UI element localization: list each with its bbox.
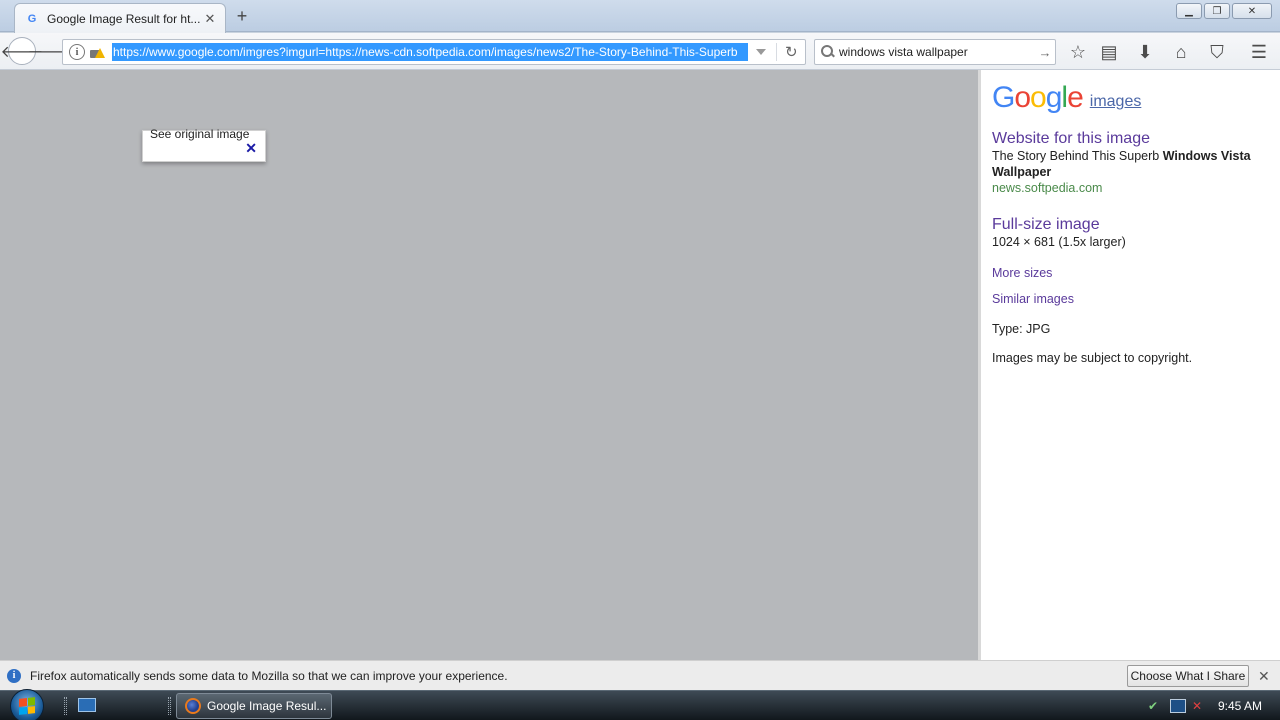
see-original-link[interactable]: See original image (150, 127, 258, 141)
search-icon (821, 45, 835, 59)
image-type: Type: JPG (992, 322, 1051, 336)
network-icon[interactable] (1170, 699, 1186, 713)
notification-close-icon[interactable]: ✕ (1258, 668, 1270, 685)
bookmarks-menu-icon[interactable]: ▤ (1097, 40, 1121, 64)
home-icon[interactable]: ⌂ (1169, 40, 1193, 64)
windows-logo-icon (19, 697, 35, 715)
google-logo-letter: o (1030, 81, 1047, 114)
notification-text: Firefox automatically sends some data to… (30, 668, 508, 683)
pocket-icon[interactable]: ⛉ (1205, 40, 1229, 64)
notification-bar: i Firefox automatically sends some data … (0, 660, 1280, 690)
system-tray: ✔ ✕ 9:45 AM (1148, 691, 1280, 720)
more-sizes-link[interactable]: More sizes (992, 266, 1272, 280)
taskbar-grip (64, 697, 67, 715)
url-separator (776, 43, 777, 61)
image-dimensions: 1024 × 681 (1.5x larger) (992, 235, 1126, 249)
firefox-icon (185, 698, 201, 714)
tab-title: Google Image Result for ht... (47, 11, 201, 26)
downloads-icon[interactable]: ⬇ (1133, 40, 1157, 64)
browser-tab[interactable]: G Google Image Result for ht... ✕ (14, 3, 226, 33)
taskbar-firefox-item[interactable]: Google Image Resul... (176, 693, 332, 719)
taskbar-grip (168, 697, 171, 715)
site-info-icon[interactable]: i (69, 44, 85, 60)
minimize-button[interactable]: ▁ (1176, 3, 1202, 19)
taskbar-item-label: Google Image Resul... (207, 699, 327, 713)
new-tab-button[interactable]: + (232, 6, 252, 26)
navigation-toolbar: 🡐 🡒 i https://www.google.com/imgres?imgu… (0, 33, 1280, 70)
google-images-logo: Google images (992, 82, 1272, 114)
search-bar[interactable]: windows vista wallpaper → (814, 39, 1056, 65)
show-desktop-icon[interactable] (78, 698, 96, 712)
volume-muted-icon[interactable]: ✕ (1192, 699, 1208, 713)
menu-hamburger-icon[interactable]: ☰ (1247, 40, 1271, 64)
google-logo-letter: o (1014, 81, 1031, 114)
window-controls: ▁ ❐ ✕ (1176, 3, 1272, 19)
image-preview-area[interactable]: See original image ✕ (0, 70, 978, 660)
google-logo[interactable]: Google (992, 81, 1084, 114)
tab-close-icon[interactable]: ✕ (203, 11, 217, 26)
url-input[interactable]: https://www.google.com/imgres?imgurl=htt… (112, 43, 748, 61)
insecure-lock-icon[interactable] (88, 44, 105, 60)
google-logo-letter: G (992, 81, 1015, 114)
tab-strip: G Google Image Result for ht... ✕ + ▁ ❐ … (0, 0, 1280, 33)
panel-divider (978, 70, 981, 660)
update-tray-icon[interactable]: ✔ (1148, 699, 1164, 713)
taskbar: Google Image Resul... ✔ ✕ 9:45 AM (0, 689, 1280, 720)
url-history-dropdown-icon[interactable] (756, 49, 766, 55)
clock[interactable]: 9:45 AM (1218, 699, 1262, 713)
start-button[interactable] (10, 689, 44, 720)
search-go-icon[interactable]: → (1035, 45, 1055, 60)
info-icon: i (7, 668, 21, 683)
copyright-notice: Images may be subject to copyright. (992, 351, 1193, 365)
url-bar[interactable]: i https://www.google.com/imgres?imgurl=h… (62, 39, 806, 65)
image-info-panel: Google images Website for this image The… (992, 82, 1272, 366)
google-logo-letter: e (1067, 81, 1084, 114)
website-heading-link[interactable]: Website for this image (992, 130, 1272, 148)
bookmark-star-icon[interactable]: ☆ (1066, 40, 1090, 64)
page-content: See original image ✕ Google images Websi… (0, 70, 1280, 660)
close-window-button[interactable]: ✕ (1232, 3, 1272, 19)
reload-icon[interactable]: ↻ (785, 43, 798, 61)
see-original-popup: See original image ✕ (142, 127, 266, 162)
choose-what-i-share-button[interactable]: Choose What I Share (1127, 665, 1249, 687)
close-popup-icon[interactable]: ✕ (245, 140, 257, 157)
site-domain: news.softpedia.com (992, 181, 1103, 195)
images-link[interactable]: images (1090, 93, 1142, 111)
fullsize-heading-link[interactable]: Full-size image (992, 216, 1272, 234)
forward-button[interactable]: 🡒 (28, 38, 71, 64)
google-favicon-icon: G (27, 12, 37, 25)
restore-button[interactable]: ❐ (1204, 3, 1230, 19)
similar-images-link[interactable]: Similar images (992, 292, 1272, 306)
search-input[interactable]: windows vista wallpaper (839, 45, 1035, 59)
site-title-plain: The Story Behind This Superb (992, 149, 1163, 163)
google-logo-letter: g (1045, 81, 1063, 114)
site-title: The Story Behind This Superb Windows Vis… (992, 148, 1272, 180)
